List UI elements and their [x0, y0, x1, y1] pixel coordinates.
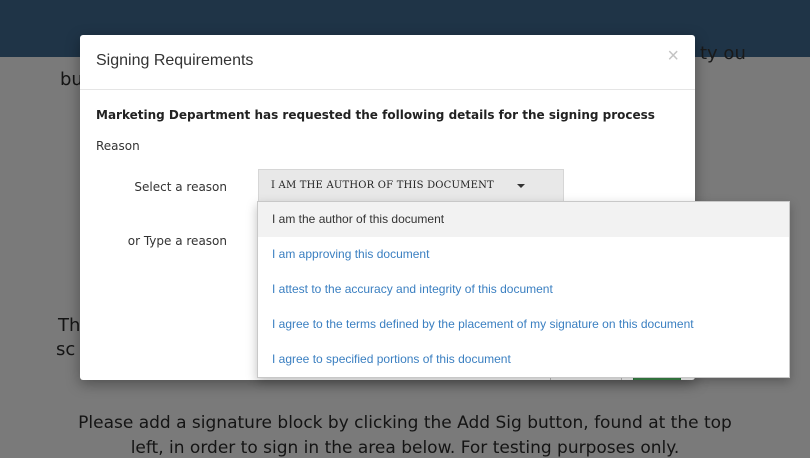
background-text-fragment: ty ou: [700, 43, 746, 64]
background-text-fragment: Th: [58, 315, 81, 336]
dropdown-option[interactable]: I attest to the accuracy and integrity o…: [258, 272, 789, 307]
reason-select[interactable]: I AM THE AUTHOR OF THIS DOCUMENT: [258, 169, 564, 202]
instruction-text-line-1: Please add a signature block by clicking…: [78, 413, 732, 433]
close-icon[interactable]: ×: [667, 45, 679, 68]
dropdown-option[interactable]: I am the author of this document: [258, 202, 789, 237]
dropdown-option[interactable]: I am approving this document: [258, 237, 789, 272]
select-reason-label: Select a reason: [134, 180, 227, 194]
request-description: Marketing Department has requested the f…: [96, 108, 655, 122]
dropdown-option[interactable]: I agree to the terms defined by the plac…: [258, 307, 789, 342]
reason-dropdown-menu: I am the author of this document I am ap…: [257, 201, 790, 378]
modal-header: Signing Requirements ×: [80, 35, 695, 90]
type-reason-label: or Type a reason: [127, 234, 227, 248]
reason-select-value: I AM THE AUTHOR OF THIS DOCUMENT: [271, 180, 494, 191]
reason-section-label: Reason: [96, 139, 140, 153]
modal-title: Signing Requirements: [96, 52, 254, 69]
background-text-fragment: sc: [56, 339, 76, 360]
instruction-text-line-2: left, in order to sign in the area below…: [130, 438, 680, 458]
chevron-down-icon: [517, 184, 525, 188]
dropdown-option[interactable]: I agree to specified portions of this do…: [258, 342, 789, 377]
